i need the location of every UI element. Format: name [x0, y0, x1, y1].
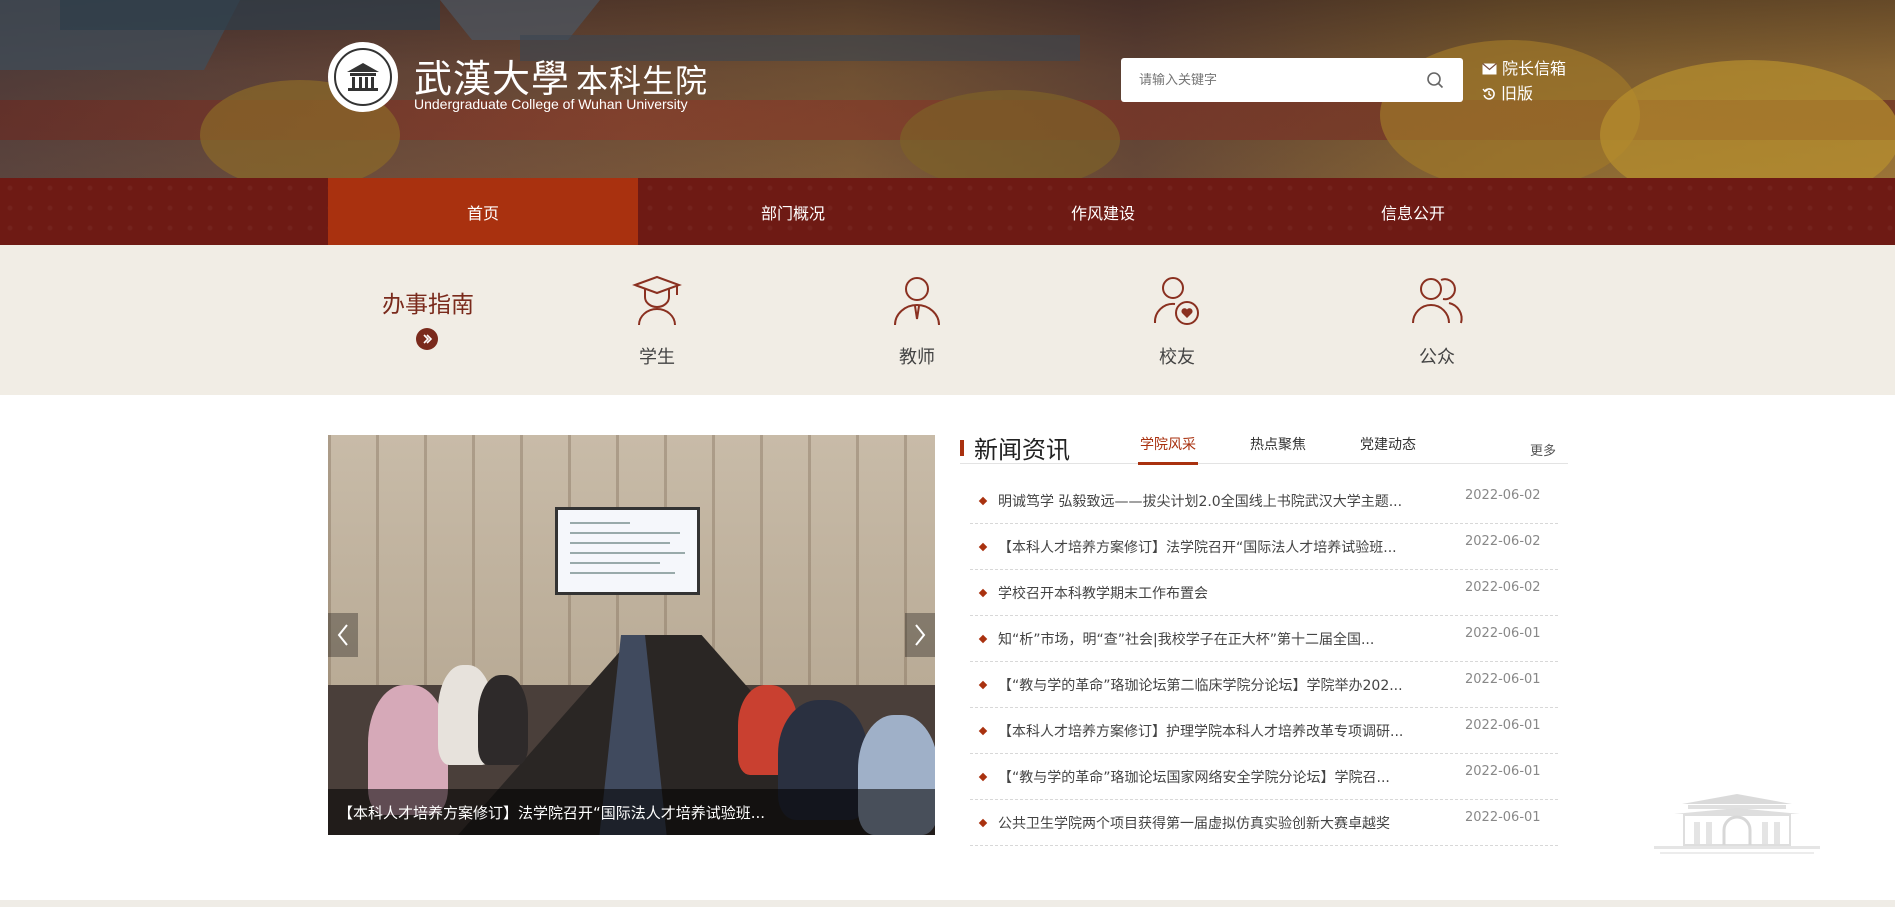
news-item-title: 【本科人才培养方案修订】护理学院本科人才培养改革专项调研... [998, 723, 1404, 740]
news-item-date: 2022-06-01 [1465, 810, 1541, 825]
guide-item-public[interactable]: 公众 [1382, 273, 1492, 369]
news-header: 新闻资讯 学院风采 热点聚焦 党建动态 更多 [960, 428, 1568, 465]
alumni-heart-icon [1153, 277, 1199, 325]
list-item[interactable]: 公共卫生学院两个项目获得第一届虚拟仿真实验创新大赛卓越奖 2022-06-01 [970, 800, 1558, 846]
news-carousel[interactable]: 【本科人才培养方案修订】法学院召开“国际法人才培养试验班... [328, 435, 935, 835]
guide-item-teacher[interactable]: 教师 [862, 273, 972, 369]
carousel-next-button[interactable] [905, 613, 935, 657]
news-item-date: 2022-06-01 [1465, 718, 1541, 733]
bullet-icon [978, 726, 988, 735]
list-item[interactable]: 明诚笃学 弘毅致远——拔尖计划2.0全国线上书院武汉大学主题... 2022-06… [970, 478, 1558, 524]
university-seal-logo[interactable] [328, 42, 398, 112]
search-input[interactable] [1139, 72, 1425, 88]
old-version-label: 旧版 [1501, 84, 1534, 103]
nav-item-work-style[interactable]: 作风建设 [948, 178, 1258, 245]
search-box [1121, 58, 1463, 102]
news-item-date: 2022-06-02 [1465, 488, 1541, 503]
tab-college-style[interactable]: 学院风采 [1138, 434, 1198, 465]
bullet-icon [978, 772, 988, 781]
dean-mailbox-link[interactable]: 院长信箱 [1482, 56, 1566, 81]
header-banner: 武漢大學 本科生院 Undergraduate College of Wuhan … [0, 0, 1895, 178]
news-item-title: 公共卫生学院两个项目获得第一届虚拟仿真实验创新大赛卓越奖 [998, 815, 1390, 832]
tab-hot-focus[interactable]: 热点聚焦 [1250, 434, 1306, 454]
search-icon[interactable] [1425, 70, 1445, 90]
banner-tree [1600, 60, 1895, 178]
list-item[interactable]: 【“教与学的革命”珞珈论坛国家网络安全学院分论坛】学院召... 2022-06-0… [970, 754, 1558, 800]
nav-item-info-disclosure[interactable]: 信息公开 [1258, 178, 1568, 245]
bullet-icon [978, 496, 988, 505]
list-item[interactable]: 【本科人才培养方案修订】护理学院本科人才培养改革专项调研... 2022-06-0… [970, 708, 1558, 754]
service-guide-band: 办事指南 学生 教师 校友 公众 [0, 245, 1895, 395]
bullet-icon [978, 818, 988, 827]
guide-item-student[interactable]: 学生 [602, 273, 712, 369]
seal-building-icon [347, 63, 379, 91]
section-marker [960, 440, 964, 456]
logo-calligraphy: 武漢大學 [414, 57, 571, 101]
news-item-title: 【本科人才培养方案修订】法学院召开“国际法人才培养试验班... [998, 539, 1397, 556]
news-item-date: 2022-06-01 [1465, 672, 1541, 687]
public-group-icon [1412, 278, 1463, 324]
carousel-caption[interactable]: 【本科人才培养方案修订】法学院召开“国际法人才培养试验班... [328, 789, 935, 835]
guide-item-label: 学生 [639, 347, 675, 368]
footer-divider [0, 900, 1895, 907]
more-link[interactable]: 更多 [1530, 440, 1556, 459]
guide-item-label: 校友 [1159, 347, 1195, 368]
dean-mailbox-label: 院长信箱 [1502, 59, 1567, 78]
bullet-icon [978, 634, 988, 643]
news-item-date: 2022-06-02 [1465, 534, 1541, 549]
projection-screen [555, 507, 700, 595]
chevron-left-icon [337, 624, 348, 646]
teacher-icon [894, 277, 940, 326]
news-section: 新闻资讯 学院风采 热点聚焦 党建动态 更多 明诚笃学 弘毅致远——拔尖计划2.… [960, 428, 1568, 846]
site-subtitle: Undergraduate College of Wuhan Universit… [414, 96, 688, 112]
bullet-icon [978, 542, 988, 551]
news-item-title: 明诚笃学 弘毅致远——拔尖计划2.0全国线上书院武汉大学主题... [998, 493, 1403, 510]
news-title: 新闻资讯 [974, 436, 1070, 464]
carousel-prev-button[interactable] [328, 613, 358, 657]
news-item-title: 学校召开本科教学期末工作布置会 [998, 585, 1208, 602]
list-item[interactable]: 【本科人才培养方案修订】法学院召开“国际法人才培养试验班... 2022-06-0… [970, 524, 1558, 570]
logo-college-name: 本科生院 [576, 62, 709, 100]
banner-roof [60, 0, 440, 30]
list-item[interactable]: 【“教与学的革命”珞珈论坛第二临床学院分论坛】学院举办202... 2022-06… [970, 662, 1558, 708]
top-links: 院长信箱 旧版 [1482, 56, 1566, 106]
history-icon [1482, 87, 1495, 100]
news-item-title: 【“教与学的革命”珞珈论坛第二临床学院分论坛】学院举办202... [998, 677, 1403, 694]
gate-illustration-icon [1654, 794, 1820, 854]
chevron-right-circle-icon[interactable] [416, 328, 438, 350]
news-item-date: 2022-06-01 [1465, 764, 1541, 779]
carousel-photo [328, 435, 935, 835]
chevron-right-icon [915, 624, 926, 646]
graduation-cap-icon [632, 275, 682, 326]
news-list: 明诚笃学 弘毅致远——拔尖计划2.0全国线上书院武汉大学主题... 2022-06… [970, 478, 1558, 846]
guide-item-alumni[interactable]: 校友 [1122, 273, 1232, 369]
nav-item-home[interactable]: 首页 [328, 178, 638, 245]
banner-roof [440, 0, 600, 40]
news-item-title: 知“析”市场，明“查”社会|我校学子在正大杯”第十二届全国... [998, 631, 1375, 648]
list-item[interactable]: 学校召开本科教学期末工作布置会 2022-06-02 [970, 570, 1558, 616]
news-item-title: 【“教与学的革命”珞珈论坛国家网络安全学院分论坛】学院召... [998, 769, 1390, 786]
old-version-link[interactable]: 旧版 [1482, 81, 1566, 106]
nav-item-department-overview[interactable]: 部门概况 [638, 178, 948, 245]
envelope-icon [1482, 62, 1497, 74]
news-item-date: 2022-06-01 [1465, 626, 1541, 641]
news-item-date: 2022-06-02 [1465, 580, 1541, 595]
tab-party-news[interactable]: 党建动态 [1360, 434, 1416, 454]
bullet-icon [978, 588, 988, 597]
list-item[interactable]: 知“析”市场，明“查”社会|我校学子在正大杯”第十二届全国... 2022-06-… [970, 616, 1558, 662]
main-nav: 首页 部门概况 作风建设 信息公开 [0, 178, 1895, 245]
bullet-icon [978, 680, 988, 689]
guide-item-label: 教师 [899, 347, 935, 368]
guide-item-label: 公众 [1419, 347, 1455, 368]
site-title[interactable]: 武漢大學 本科生院 [414, 48, 708, 103]
service-guide-title[interactable]: 办事指南 [378, 285, 478, 319]
